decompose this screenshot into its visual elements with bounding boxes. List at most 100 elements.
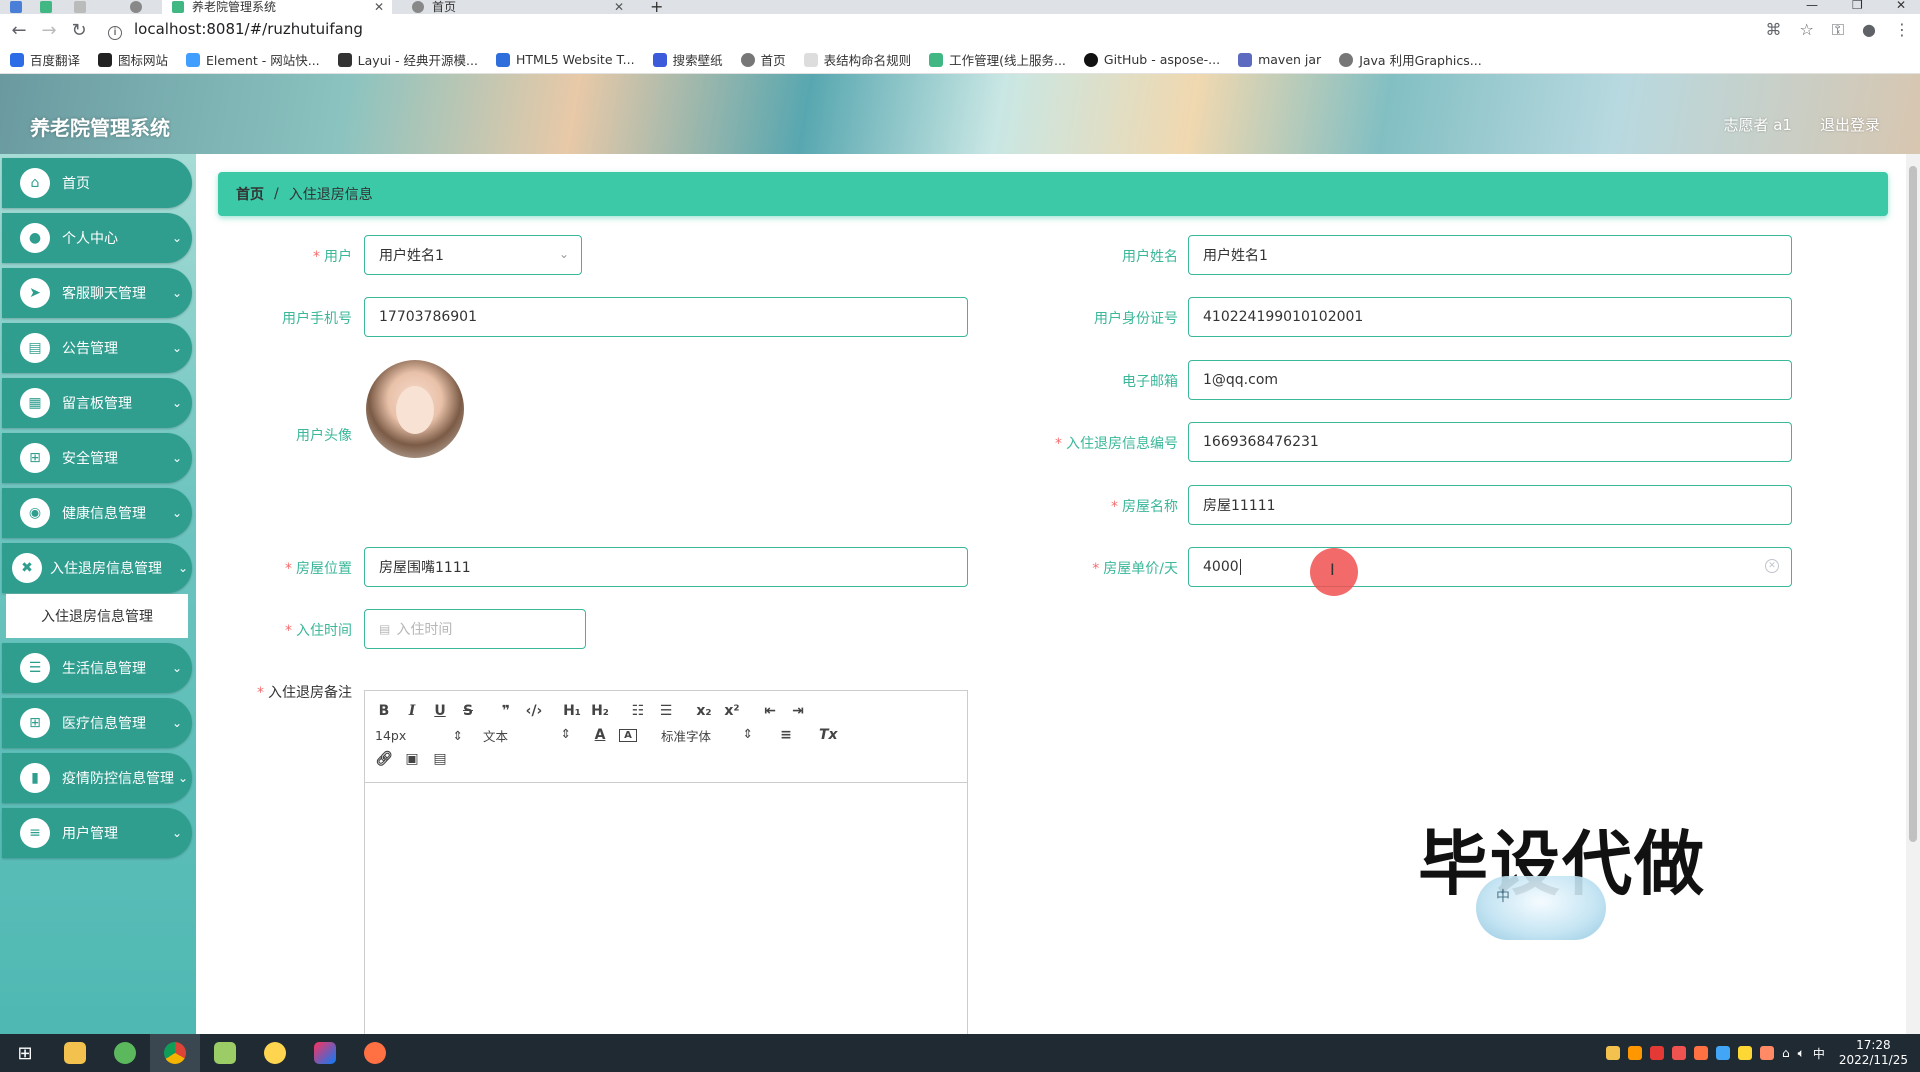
breadcrumb-home[interactable]: 首页 — [236, 184, 264, 204]
bookmark-item[interactable]: 首页 — [740, 50, 786, 69]
align-icon[interactable]: ≡ — [777, 727, 795, 743]
bookmark-item[interactable]: Layui - 经典开源模... — [337, 50, 478, 69]
strikethrough-icon[interactable]: S — [459, 703, 477, 719]
app-orange-icon[interactable] — [350, 1034, 400, 1072]
sidebar-item-medical[interactable]: ⊞ 医疗信息管理 ⌄ — [2, 698, 192, 748]
underline-icon[interactable]: U — [431, 703, 449, 719]
chrome-icon[interactable] — [150, 1034, 200, 1072]
tray-shield-icon[interactable] — [1737, 1046, 1752, 1060]
logout-link[interactable]: 退出登录 — [1820, 114, 1880, 135]
bookmark-item[interactable]: 工作管理(线上服务... — [929, 50, 1066, 69]
clear-input-icon[interactable]: ✕ — [1765, 559, 1779, 573]
bookmark-item[interactable]: Java 利用Graphics... — [1339, 50, 1482, 69]
bookmark-item[interactable]: HTML5 Website T... — [495, 52, 635, 67]
font-color-icon[interactable]: A — [591, 727, 609, 743]
close-tab-icon[interactable]: ✕ — [614, 1, 624, 13]
tab-inactive[interactable]: 首页 ✕ — [402, 0, 632, 14]
video-icon[interactable]: ▤ — [431, 751, 449, 767]
sidebar-item-life[interactable]: ☰ 生活信息管理 ⌄ — [2, 643, 192, 693]
bold-icon[interactable]: B — [375, 703, 393, 719]
user-avatar-image[interactable] — [366, 360, 464, 458]
user-name-field[interactable]: 用户姓名1 — [1188, 235, 1792, 275]
bookmark-item[interactable]: 搜索壁纸 — [652, 50, 723, 69]
italic-icon[interactable]: I — [403, 703, 421, 719]
tray-app-icon[interactable] — [1671, 1046, 1686, 1060]
sidebar-item-security[interactable]: ⊞ 安全管理 ⌄ — [2, 433, 192, 483]
site-info-icon[interactable]: i — [108, 26, 122, 40]
tray-folder-icon[interactable] — [1605, 1046, 1620, 1060]
sidebar-subitem-checkin[interactable]: 入住退房信息管理 — [6, 594, 188, 638]
tray-network-icon[interactable]: ⌂ — [1782, 1046, 1790, 1060]
app-yellow-icon[interactable] — [250, 1034, 300, 1072]
tray-bluetooth-icon[interactable] — [1715, 1046, 1730, 1060]
checkin-time-picker[interactable]: ▤ 入住时间 — [364, 609, 586, 649]
minimize-icon[interactable]: — — [1806, 0, 1818, 11]
ordered-list-icon[interactable]: ☷ — [629, 703, 647, 719]
outdent-icon[interactable]: ⇤ — [761, 703, 779, 719]
profile-icon[interactable]: ● — [1862, 20, 1876, 40]
back-icon[interactable]: ← — [4, 20, 34, 41]
app-menu-icon[interactable] — [10, 0, 30, 14]
link-icon[interactable]: 🔗︎ — [375, 751, 393, 767]
clock[interactable]: 17:28 2022/11/25 — [1839, 1038, 1908, 1068]
tray-volume-icon[interactable]: 🔈︎ — [1798, 1046, 1805, 1061]
pinned-tab-blank[interactable] — [74, 0, 94, 14]
room-name-field[interactable]: 房屋11111 — [1188, 485, 1792, 525]
code-icon[interactable]: ‹/› — [525, 703, 543, 719]
sidebar-item-board[interactable]: ▦ 留言板管理 ⌄ — [2, 378, 192, 428]
background-color-icon[interactable]: A — [619, 728, 637, 742]
ime-indicator[interactable]: 中 — [1813, 1045, 1825, 1062]
bookmark-item[interactable]: 表结构命名规则 — [803, 50, 911, 69]
bookmark-item[interactable]: 百度翻译 — [10, 50, 80, 69]
reload-icon[interactable]: ↻ — [64, 20, 94, 41]
intellij-icon[interactable] — [300, 1034, 350, 1072]
more-menu-icon[interactable]: ⋮ — [1894, 20, 1910, 40]
bookmark-star-icon[interactable]: ☆ — [1800, 20, 1814, 40]
heading1-icon[interactable]: H₁ — [563, 703, 581, 719]
file-explorer-icon[interactable] — [50, 1034, 100, 1072]
image-icon[interactable]: ▣ — [403, 751, 421, 767]
tab-active[interactable]: 养老院管理系统 ✕ — [162, 0, 392, 14]
app-green-icon[interactable] — [100, 1034, 150, 1072]
bookmark-item[interactable]: maven jar — [1238, 52, 1321, 67]
tray-app-icon[interactable] — [1693, 1046, 1708, 1060]
email-field[interactable]: 1@qq.com — [1188, 360, 1792, 400]
url-field[interactable]: i localhost:8081/#/ruzhutuifang — [108, 20, 363, 40]
sidebar-item-epidemic[interactable]: ▮ 疫情防控信息管理 ⌄ — [2, 753, 192, 803]
subscript-icon[interactable]: x₂ — [695, 703, 713, 719]
close-window-icon[interactable]: ✕ — [1896, 0, 1906, 11]
close-tab-icon[interactable]: ✕ — [374, 1, 384, 13]
room-location-field[interactable]: 房屋围嘴1111 — [364, 547, 968, 587]
bookmark-item[interactable]: Element - 网站快... — [186, 50, 320, 69]
sidebar-item-health[interactable]: ◉ 健康信息管理 ⌄ — [2, 488, 192, 538]
user-select[interactable]: 用户姓名1 ⌄ — [364, 235, 582, 275]
sidebar-item-checkin[interactable]: ✖ 入住退房信息管理 ⌄ — [2, 543, 192, 593]
pinned-tab-vue[interactable] — [40, 0, 60, 14]
heading-select[interactable]: 文本 ⇕ — [483, 726, 571, 745]
phone-field[interactable]: 17703786901 — [364, 297, 968, 337]
tray-search-icon[interactable] — [1627, 1046, 1642, 1060]
forward-icon[interactable]: → — [34, 20, 64, 41]
superscript-icon[interactable]: x² — [723, 703, 741, 719]
clear-format-icon[interactable]: Tx — [819, 727, 838, 743]
sidebar-item-chat[interactable]: ➤ 客服聊天管理 ⌄ — [2, 268, 192, 318]
bullet-list-icon[interactable]: ☰ — [657, 703, 675, 719]
tray-app-icon[interactable] — [1649, 1046, 1664, 1060]
scrollbar-thumb[interactable] — [1909, 166, 1917, 842]
sidebar-item-notice[interactable]: ▤ 公告管理 ⌄ — [2, 323, 192, 373]
notepad-icon[interactable] — [200, 1034, 250, 1072]
indent-icon[interactable]: ⇥ — [789, 703, 807, 719]
sidebar-item-profile[interactable]: ● 个人中心 ⌄ — [2, 213, 192, 263]
sidebar-item-users[interactable]: ≡ 用户管理 ⌄ — [2, 808, 192, 858]
tray-app-icon[interactable] — [1759, 1046, 1774, 1060]
font-size-select[interactable]: 14px ⇕ — [375, 728, 463, 743]
new-tab-button[interactable]: + — [650, 0, 670, 14]
editor-content-area[interactable] — [365, 783, 967, 1033]
blockquote-icon[interactable]: ❞ — [497, 703, 515, 719]
bookmark-item[interactable]: GitHub - aspose-... — [1083, 52, 1220, 67]
room-price-field[interactable]: 4000 ✕ — [1188, 547, 1792, 587]
pinned-tab-globe[interactable] — [130, 0, 150, 14]
heading2-icon[interactable]: H₂ — [591, 703, 609, 719]
start-icon[interactable]: ⊞ — [0, 1034, 50, 1072]
key-icon[interactable]: ⚿ — [1832, 20, 1844, 40]
